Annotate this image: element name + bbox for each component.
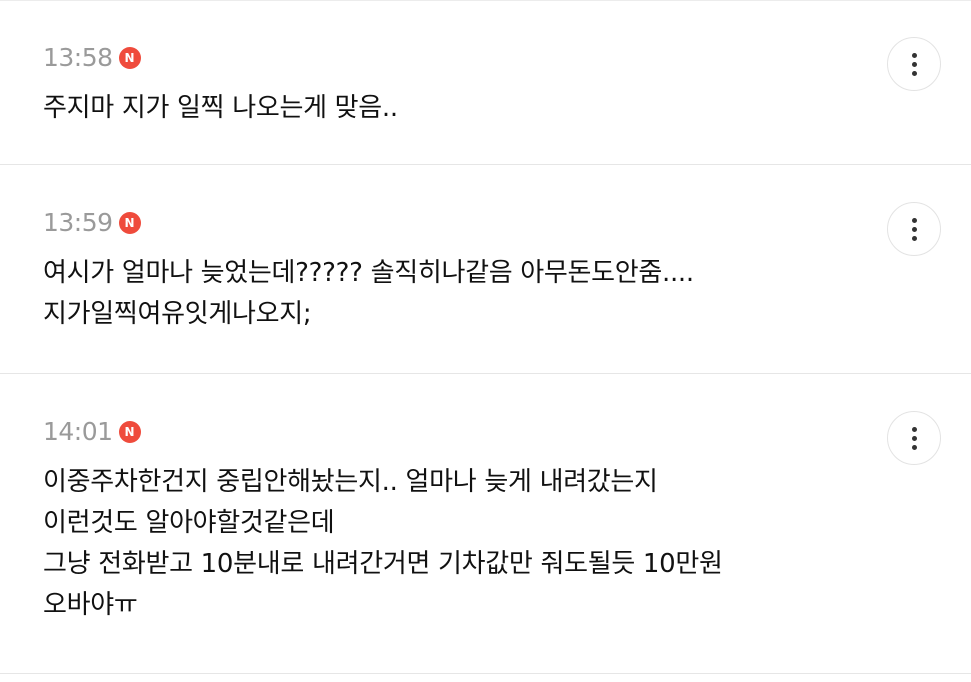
more-options-button[interactable]: [887, 202, 941, 256]
comment-text: 여시가 얼마나 늦었는데????? 솔직히나같음 아무돈도안줌.... 지가일찍…: [43, 253, 851, 335]
comment-timestamp: 13:58: [43, 43, 113, 72]
new-badge-icon: N: [118, 47, 141, 69]
comment-meta: 13:58 N: [43, 43, 141, 73]
comment-item: 13:58 N 주지마 지가 일찍 나오는게 맞음..: [0, 0, 971, 165]
comment-text-line: 그냥 전화받고 10분내로 내려간거면 기차값만 줘도될듯 10만원: [43, 549, 723, 579]
vertical-ellipsis-icon: [911, 217, 917, 241]
more-options-button[interactable]: [887, 37, 941, 91]
vertical-ellipsis-icon: [911, 52, 917, 76]
vertical-ellipsis-icon: [911, 426, 917, 450]
comment-text: 주지마 지가 일찍 나오는게 맞음..: [43, 88, 851, 129]
new-badge-icon: N: [118, 421, 141, 443]
comment-text-line: 여시가 얼마나 늦었는데????? 솔직히나같음 아무돈도안줌....: [43, 258, 694, 288]
comment-text-line: 지가일찍여유잇게나오지;: [43, 299, 312, 329]
comment-text-line: 이런것도 알아야할것같은데: [43, 508, 335, 538]
new-badge-icon: N: [118, 212, 141, 234]
comment-meta: 13:59 N: [43, 208, 141, 238]
comment-text-line: 이중주차한건지 중립안해놨는지.. 얼마나 늦게 내려갔는지: [43, 467, 658, 497]
comment-item: 13:59 N 여시가 얼마나 늦었는데????? 솔직히나같음 아무돈도안줌.…: [0, 165, 971, 374]
comment-item: 14:01 N 이중주차한건지 중립안해놨는지.. 얼마나 늦게 내려갔는지 이…: [0, 374, 971, 674]
comment-text-line: 주지마 지가 일찍 나오는게 맞음..: [43, 93, 398, 123]
comment-timestamp: 13:59: [43, 208, 113, 237]
comment-meta: 14:01 N: [43, 417, 141, 447]
comment-text: 이중주차한건지 중립안해놨는지.. 얼마나 늦게 내려갔는지 이런것도 알아야할…: [43, 462, 851, 626]
comment-text-line: 오바야ㅠ: [43, 590, 138, 620]
more-options-button[interactable]: [887, 411, 941, 465]
comment-timestamp: 14:01: [43, 417, 113, 446]
